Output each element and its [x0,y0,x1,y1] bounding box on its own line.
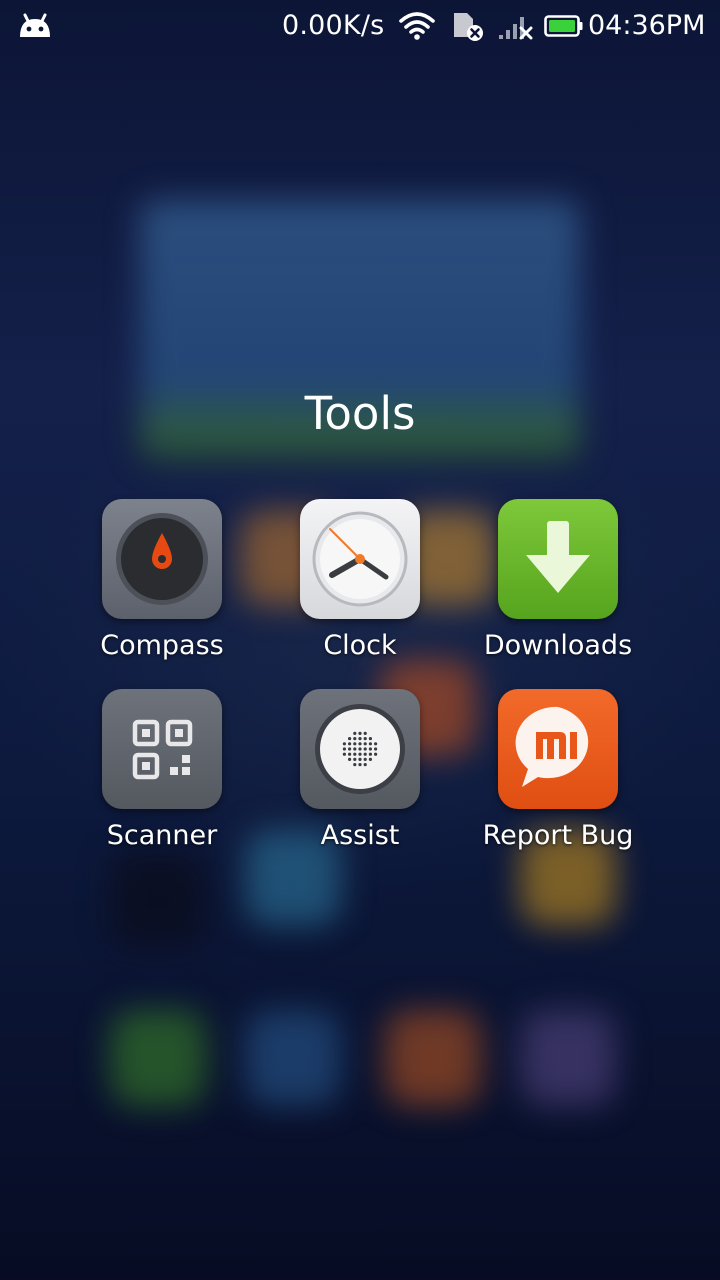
sim-missing-icon [454,13,483,41]
battery-level-fill [549,20,575,32]
app-scanner[interactable]: Scanner [72,689,252,855]
battery-full-icon [544,15,583,37]
signal-no-service-icon [499,17,533,40]
mi-feedback-icon [498,689,618,809]
app-clock[interactable]: Clock [270,499,450,665]
blurred-dock-messages [385,1010,481,1106]
status-time: 04:36PM [588,10,706,41]
network-speed: 0.00K/s [282,10,385,41]
blurred-dock-contacts [245,1010,341,1106]
wifi-icon [399,12,435,40]
qr-code-icon [102,689,222,809]
blurred-app-tile [110,850,206,946]
download-arrow-icon [498,499,618,619]
status-bar: 0.00K/s 04:36PM [0,0,720,54]
android-icon [20,13,50,37]
app-downloads[interactable]: Downloads [468,499,648,665]
app-label: Scanner [106,820,218,851]
app-label: Downloads [483,630,633,661]
app-label: Compass [100,630,224,661]
app-label: Assist [320,820,400,851]
blurred-dock-browser [520,1010,616,1106]
app-report-bug[interactable]: Report Bug [468,689,648,855]
app-compass[interactable]: Compass [72,499,252,665]
assist-icon [300,689,420,809]
app-assist[interactable]: Assist [270,689,450,855]
clock-icon [300,499,420,619]
folder-title[interactable]: Tools [0,386,720,442]
compass-icon [102,499,222,619]
app-label: Report Bug [482,820,634,851]
app-label: Clock [323,630,397,661]
blurred-dock-phone [110,1010,206,1106]
